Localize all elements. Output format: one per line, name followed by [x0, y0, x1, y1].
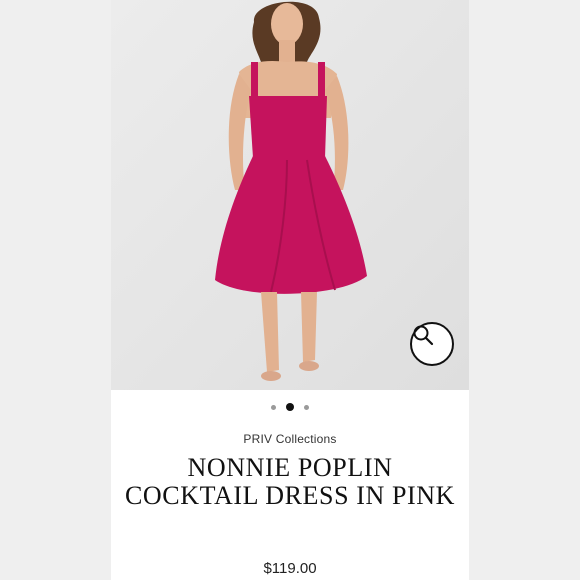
product-brand[interactable]: PRIV Collections [111, 432, 469, 446]
product-price: $119.00 [263, 560, 317, 577]
pagination-dot[interactable] [271, 404, 276, 410]
search-icon [413, 325, 434, 346]
left-gutter [0, 0, 111, 580]
pagination-dot[interactable] [304, 404, 309, 410]
product-title: NONNIE POPLIN COCKTAIL DRESS IN PINK [124, 453, 456, 510]
right-gutter [469, 0, 580, 580]
product-page: PRIV Collections NONNIE POPLIN COCKTAIL … [111, 0, 469, 580]
image-pagination [111, 400, 469, 414]
product-image[interactable] [111, 0, 469, 390]
zoom-button[interactable] [410, 322, 454, 366]
pagination-dot-active[interactable] [286, 403, 294, 411]
